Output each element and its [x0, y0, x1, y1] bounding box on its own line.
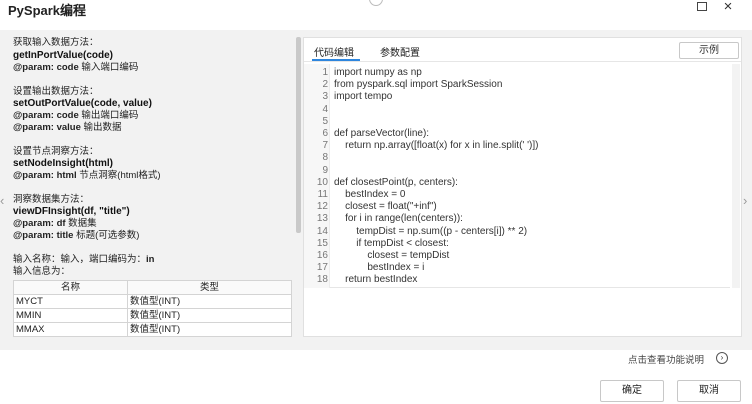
port-name-cell: MMAX	[13, 322, 128, 337]
code-line[interactable]: def parseVector(line):	[334, 128, 429, 140]
line-number: 15	[316, 237, 328, 249]
line-number: 14	[316, 225, 328, 237]
help-function-signature: getInPortValue(code)	[13, 50, 114, 61]
line-number: 11	[317, 189, 328, 200]
example-button[interactable]: 示例	[679, 42, 739, 59]
table-row: MMIN 数值型(INT)	[13, 308, 292, 323]
help-text: 设置输出数据方法：	[13, 86, 99, 97]
minimize-button[interactable]	[693, 0, 711, 16]
tab-divider	[304, 61, 741, 62]
code-line[interactable]: return np.array([float(x) for x in line.…	[334, 140, 538, 152]
param-desc: 数据集	[65, 218, 97, 229]
code-editor[interactable]: 1 2 3 4 5 6 7 8 9 10 11 12 13 14 15 16 17 18 import numpy…	[304, 64, 730, 288]
next-arrow-icon[interactable]: ›	[743, 193, 747, 208]
function-help-link[interactable]: 点击查看功能说明	[628, 352, 704, 366]
line-number: 6	[322, 128, 328, 139]
help-text: 获取输入数据方法：	[13, 37, 99, 48]
line-number: 9	[322, 164, 328, 176]
param-name: @param: title	[13, 230, 74, 241]
param-name: @param: code	[13, 110, 79, 121]
line-number: 5	[322, 115, 328, 127]
code-line[interactable]: bestIndex = 0	[334, 189, 405, 201]
help-function-signature: setOutPortValue(code, value)	[13, 98, 152, 109]
port-name-cell: MYCT	[13, 294, 128, 309]
line-number-gutter: 1 2 3 4 5 6 7 8 9 10 11 12 13 14 15 16 17 18	[304, 64, 330, 288]
editor-scrollbar[interactable]	[732, 64, 740, 288]
line-number: 13	[316, 213, 328, 225]
ok-button[interactable]: 确定	[600, 380, 664, 402]
line-number: 2	[322, 79, 328, 91]
help-scrollbar[interactable]	[296, 37, 301, 233]
param-desc: 输出数据	[80, 122, 122, 133]
column-header-type: 类型	[127, 280, 292, 295]
help-param: @param: value 输出数据	[13, 122, 122, 134]
help-param: @param: title 标题(可选参数)	[13, 230, 139, 242]
param-name: @param: html	[13, 170, 77, 181]
input-port-info: 输入名称：输入，端口编码为：in	[13, 254, 154, 266]
port-name-cell: MMIN	[13, 308, 128, 323]
chevron-right-circle-icon[interactable]: ›	[716, 352, 728, 364]
line-number: 3	[322, 91, 328, 103]
code-line[interactable]: import tempo	[334, 91, 392, 103]
code-line[interactable]: from pyspark.sql import SparkSession	[334, 79, 502, 91]
param-name: @param: value	[13, 122, 81, 133]
param-desc: 输出端口编码	[78, 110, 139, 121]
param-name: @param: df	[13, 218, 66, 229]
port-label: 输入名称：输入，端口编码为：	[13, 254, 147, 265]
column-header-name: 名称	[13, 280, 128, 295]
code-line[interactable]: if tempDist < closest:	[334, 238, 449, 250]
window-title: PySpark编程	[8, 3, 87, 18]
help-param: @param: code 输出端口编码	[13, 110, 138, 122]
port-type-cell: 数值型(INT)	[127, 322, 292, 337]
code-line[interactable]: closest = float("+inf")	[334, 201, 437, 213]
title-bar: PySpark编程 ×	[0, 0, 752, 18]
code-line[interactable]: return bestIndex	[334, 274, 417, 286]
help-param: @param: df 数据集	[13, 218, 97, 230]
line-number: 1	[322, 67, 328, 78]
input-ports-table: 名称 类型 MYCT 数值型(INT) MMIN 数值型(INT) MMAX 数值型(IN…	[13, 280, 292, 337]
line-number: 7	[322, 140, 328, 152]
square-icon	[697, 2, 707, 11]
help-text: 洞察数据集方法：	[13, 194, 90, 205]
help-function-signature: viewDFInsight(df, "title")	[13, 206, 130, 217]
editor-panel: 代码编辑 参数配置 示例 1 2 3 4 5 6 7 8 9 10 11 12 13 14 15 16 17 18…	[303, 37, 742, 337]
line-number: 17	[316, 262, 328, 274]
help-param: @param: html 节点洞察(html格式)	[13, 170, 161, 182]
param-desc: 节点洞察(html格式)	[76, 170, 161, 181]
code-line[interactable]: bestIndex = i	[334, 262, 424, 274]
tab-param-config[interactable]: 参数配置	[380, 44, 420, 59]
help-param: @param: code 输入端口编码	[13, 62, 138, 74]
line-number: 10	[316, 176, 328, 188]
table-row: MMAX 数值型(INT)	[13, 322, 292, 337]
code-line[interactable]: def closestPoint(p, centers):	[334, 177, 458, 189]
drag-handle-icon[interactable]	[369, 0, 383, 6]
help-text: 输入信息为：	[13, 266, 71, 277]
help-text: 设置节点洞察方法：	[13, 146, 99, 157]
line-number: 4	[322, 103, 328, 115]
close-button[interactable]: ×	[719, 0, 737, 16]
code-line[interactable]: for i in range(len(centers)):	[334, 213, 463, 225]
line-number: 16	[316, 250, 328, 261]
port-type-cell: 数值型(INT)	[127, 308, 292, 323]
line-number: 12	[316, 201, 328, 213]
tab-code-edit[interactable]: 代码编辑	[314, 44, 354, 59]
help-function-signature: setNodeInsight(html)	[13, 158, 113, 169]
line-number: 8	[322, 152, 328, 164]
cancel-button[interactable]: 取消	[677, 380, 741, 402]
table-row: MYCT 数值型(INT)	[13, 294, 292, 309]
port-type-cell: 数值型(INT)	[127, 294, 292, 309]
code-line[interactable]: closest = tempDist	[334, 250, 449, 262]
code-line[interactable]: import numpy as np	[334, 67, 422, 79]
param-name: @param: code	[13, 62, 79, 73]
line-number: 18	[316, 274, 328, 286]
code-line[interactable]: tempDist = np.sum((p - centers[i]) ** 2)	[334, 226, 527, 238]
previous-arrow-icon[interactable]: ‹	[0, 193, 4, 208]
port-code: in	[146, 254, 155, 265]
param-desc: 标题(可选参数)	[73, 230, 140, 241]
param-desc: 输入端口编码	[78, 62, 139, 73]
